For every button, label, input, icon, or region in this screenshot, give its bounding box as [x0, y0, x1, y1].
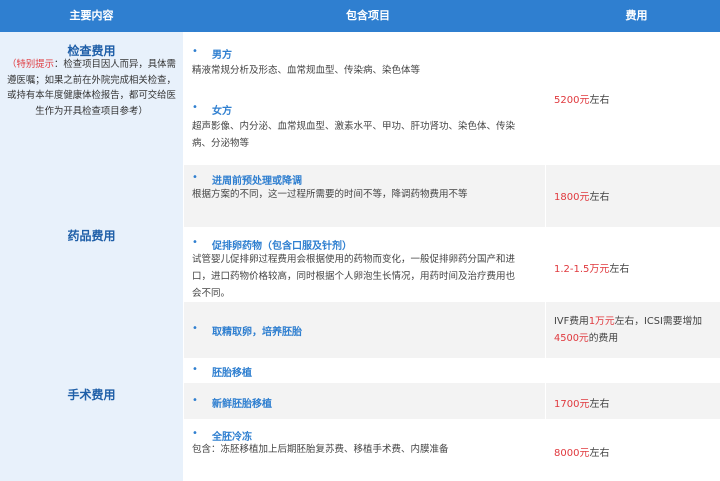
fee-table: 主要内容 包含项目 费用 检查费用 （特别提示：检查项目因人而异，具体需遵医嘱；…	[0, 0, 720, 481]
header-main: 主要内容	[69, 9, 114, 22]
item-title: 胚胎移植	[212, 368, 252, 379]
item-title: 促排卵药物（包含口服及针剂）	[212, 241, 352, 252]
fee-amount: 1700元	[554, 399, 590, 410]
bullet-icon: •	[192, 102, 198, 113]
fee-amount: 8000元	[554, 448, 590, 459]
bullet-icon: •	[192, 364, 198, 375]
note-label: （特别提示	[7, 59, 54, 70]
item-desc: 试管婴儿促排卵过程费用会根据使用的药物而变化，一般促排卵药分国产和进口，进口药物…	[192, 254, 516, 299]
fee-fresh: 1700元左右	[554, 395, 609, 410]
bullet-icon: •	[192, 395, 198, 406]
main-content-column: 检查费用 （特别提示：检查项目因人而异，具体需遵医嘱；如果之前在外院完成相关检查…	[0, 32, 183, 481]
fee-suffix: 左右	[609, 264, 630, 275]
item-title: 新鲜胚胎移植	[212, 399, 272, 410]
item-desc: 根据方案的不同，这一过程所需要的时间不等，降调药物费用不等	[192, 189, 468, 200]
fee-amount: 5200元	[554, 95, 590, 106]
fee-freeze: 8000元左右	[554, 444, 609, 459]
fee-retrieve: IVF费用1万元左右，ICSI需要增加 4500元的费用	[554, 313, 714, 347]
fee-amount: 1万元	[588, 316, 615, 327]
fee-suffix: 左右	[589, 95, 610, 106]
table-header: 主要内容 包含项目 费用	[0, 0, 720, 32]
fee-text: IVF费用	[554, 316, 589, 327]
divider	[183, 32, 184, 481]
section-drug: 药品费用	[67, 229, 116, 243]
bullet-icon: •	[192, 172, 198, 183]
fee-suffix: 左右	[589, 399, 610, 410]
fee-amount: 1.2-1.5万元	[554, 264, 610, 275]
item-title: 取精取卵，培养胚胎	[212, 327, 302, 338]
header-items: 包含项目	[346, 9, 390, 22]
fee-suffix: 左右	[589, 192, 610, 203]
section-surgery: 手术费用	[67, 388, 116, 402]
bullet-icon: •	[192, 323, 198, 334]
fee-text: 的费用	[588, 333, 619, 344]
header-fee: 费用	[625, 9, 648, 22]
bullet-icon: •	[192, 46, 198, 57]
item-title: 男方	[212, 50, 232, 61]
fee-exam: 5200元左右	[554, 91, 609, 106]
item-desc: 超声影像、内分泌、血常规血型、激素水平、甲功、肝功肾功、染色体、传染病、分泌物等	[192, 121, 516, 149]
divider	[545, 32, 546, 481]
item-title: 进周前预处理或降调	[212, 176, 302, 187]
fee-text: 左右，ICSI需要增加	[614, 316, 703, 327]
fee-amount: 1800元	[554, 192, 590, 203]
fee-amount: 4500元	[554, 333, 589, 344]
fee-suffix: 左右	[589, 448, 610, 459]
item-desc: 精液常规分析及形态、血常规血型、传染病、染色体等	[192, 65, 421, 76]
fee-pretreat: 1800元左右	[554, 188, 609, 203]
fee-drug: 1.2-1.5万元左右	[554, 260, 629, 275]
bullet-icon: •	[192, 428, 198, 439]
special-note: （特别提示：检查项目因人而异，具体需遵医嘱；如果之前在外院完成相关检查，或持有本…	[6, 57, 177, 119]
item-title: 女方	[212, 106, 232, 117]
bullet-icon: •	[192, 237, 198, 248]
item-desc: 包含：冻胚移植加上后期胚胎复苏费、移植手术费、内膜准备	[192, 444, 449, 455]
